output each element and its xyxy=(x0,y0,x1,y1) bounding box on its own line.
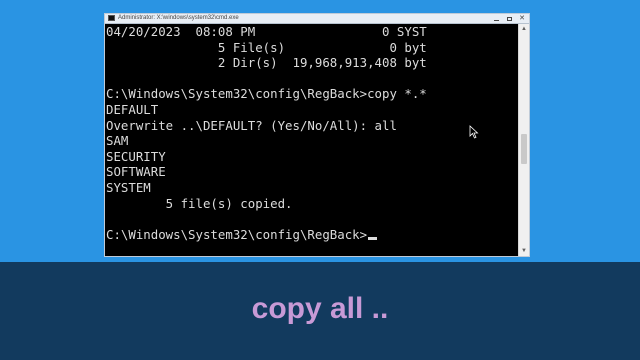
console-line: SECURITY xyxy=(106,148,166,164)
window-title: Administrator: X:\windows\system32\cmd.e… xyxy=(118,15,239,21)
caption-band: copy all .. xyxy=(0,262,640,360)
console-line: 2 Dir(s) 19,968,913,408 byt xyxy=(106,55,427,71)
console-output[interactable]: 04/20/2023 08:08 PM 0 SYST 5 File(s) 0 b… xyxy=(105,24,520,256)
window-titlebar[interactable]: Administrator: X:\windows\system32\cmd.e… xyxy=(105,14,529,24)
console-command-line: C:\Windows\System32\config\RegBack>copy … xyxy=(106,86,427,102)
scroll-thumb[interactable] xyxy=(521,134,527,164)
caption-text: copy all .. xyxy=(251,292,389,325)
console-line: SYSTEM xyxy=(106,179,151,195)
close-button[interactable]: ✕ xyxy=(518,15,526,22)
prompt-text: C:\Windows\System32\config\RegBack> xyxy=(106,226,368,242)
vertical-scrollbar[interactable]: ▲ ▼ xyxy=(518,24,529,256)
console-line: 5 file(s) copied. xyxy=(106,195,293,211)
console-line: 04/20/2023 08:08 PM 0 SYST xyxy=(106,24,427,39)
console-overwrite-prompt: Overwrite ..\DEFAULT? (Yes/No/All): all xyxy=(106,117,397,133)
console-line: SOFTWARE xyxy=(106,164,166,180)
cmd-icon xyxy=(108,15,115,21)
console-line: 5 File(s) 0 byt xyxy=(106,39,427,55)
console-line: DEFAULT xyxy=(106,101,159,117)
scroll-up-icon[interactable]: ▲ xyxy=(519,24,529,34)
command-prompt-window[interactable]: Administrator: X:\windows\system32\cmd.e… xyxy=(104,13,530,257)
mouse-pointer-icon xyxy=(469,125,479,139)
console-current-prompt[interactable]: C:\Windows\System32\config\RegBack> xyxy=(106,227,520,243)
window-controls: ✕ xyxy=(492,14,526,23)
console-line: SAM xyxy=(106,133,129,149)
text-cursor xyxy=(368,236,378,240)
minimize-button[interactable] xyxy=(492,15,500,22)
maximize-button[interactable] xyxy=(505,15,513,22)
scroll-down-icon[interactable]: ▼ xyxy=(519,246,529,256)
